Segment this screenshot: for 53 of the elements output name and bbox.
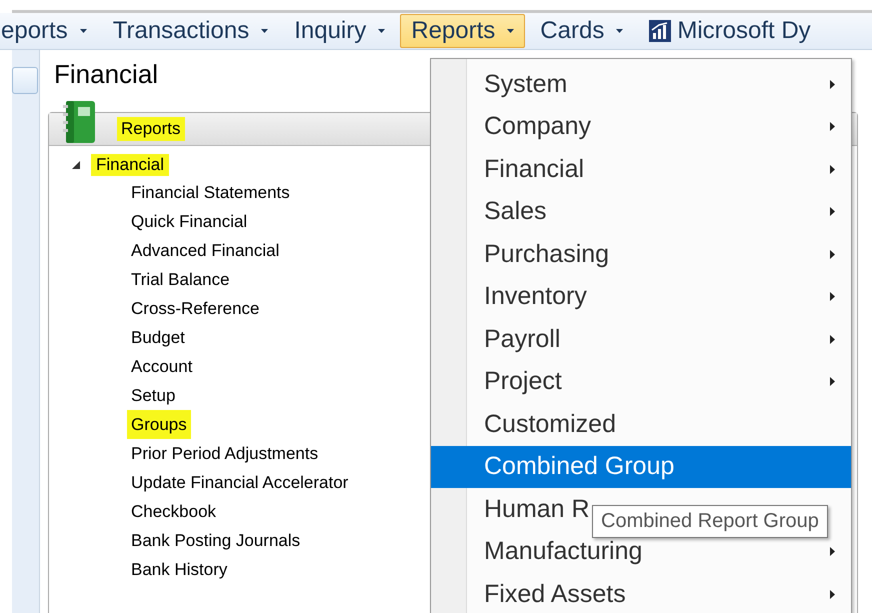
- panel-title: Reports: [117, 117, 185, 141]
- menu-item[interactable]: Project: [431, 360, 851, 403]
- menu-item[interactable]: Financial: [431, 148, 851, 190]
- menu-item[interactable]: Customized: [431, 403, 851, 446]
- menu-item[interactable]: Payroll: [431, 318, 851, 360]
- tree-item[interactable]: Financial Statements: [127, 178, 294, 207]
- tree-item[interactable]: Financial: [91, 154, 170, 176]
- menu-item[interactable]: System: [431, 63, 851, 106]
- tree-item[interactable]: Cross-Reference: [127, 294, 264, 323]
- menu-tab[interactable]: Cards: [529, 14, 634, 48]
- tree-item[interactable]: Prior Period Adjustments: [127, 439, 322, 468]
- submenu-arrow-icon: [830, 122, 835, 132]
- submenu-arrow-icon: [830, 590, 835, 599]
- menu-item[interactable]: Inventory: [431, 276, 851, 318]
- dropdown-arrow-icon: [80, 29, 87, 33]
- expanded-triangle-icon[interactable]: [71, 160, 81, 170]
- tree-item[interactable]: Update Financial Accelerator: [127, 468, 352, 497]
- menu-item[interactable]: Fixed Assets: [431, 573, 851, 613]
- bar-chart-icon: [649, 20, 672, 42]
- menu-item[interactable]: Company: [431, 106, 851, 148]
- submenu-arrow-icon: [830, 207, 835, 216]
- dropdown-arrow-icon: [261, 29, 268, 33]
- dropdown-arrow-icon: [507, 29, 514, 33]
- submenu-arrow-icon: [830, 164, 835, 174]
- tree-item[interactable]: Setup: [127, 381, 180, 410]
- tree-item[interactable]: Advanced Financial: [127, 236, 284, 265]
- menu-tab[interactable]: Transactions: [102, 14, 280, 48]
- menu-item[interactable]: Purchasing: [431, 233, 851, 276]
- menu-item[interactable]: Sales: [431, 190, 851, 233]
- menu-item[interactable]: Combined Group: [431, 446, 851, 488]
- submenu-arrow-icon: [830, 547, 835, 556]
- tree-item[interactable]: Groups: [127, 410, 191, 439]
- tree-item[interactable]: Trial Balance: [127, 265, 234, 294]
- dropdown-arrow-icon: [616, 29, 624, 33]
- tree-item[interactable]: Bank Posting Journals: [127, 526, 304, 555]
- tree-item[interactable]: Quick Financial: [127, 207, 252, 236]
- notebook-icon: [63, 99, 97, 145]
- page-title: Financial: [54, 58, 158, 90]
- tooltip: Combined Report Group: [592, 505, 828, 538]
- menu-tab[interactable]: eports: [0, 14, 98, 48]
- submenu-arrow-icon: [830, 80, 835, 89]
- submenu-arrow-icon: [830, 334, 835, 344]
- tree-item[interactable]: Budget: [127, 323, 189, 352]
- dropdown-arrow-icon: [378, 29, 386, 33]
- submenu-arrow-icon: [830, 377, 835, 386]
- submenu-arrow-icon: [830, 250, 835, 259]
- menu-tab[interactable]: Reports: [400, 14, 526, 48]
- menu-tab[interactable]: Inquiry: [283, 14, 396, 48]
- app-menu[interactable]: Microsoft Dy: [638, 14, 812, 48]
- tree-item[interactable]: Bank History: [127, 555, 232, 584]
- tree-item[interactable]: Account: [127, 352, 196, 381]
- submenu-arrow-icon: [830, 292, 835, 302]
- tree-item[interactable]: Checkbook: [127, 497, 220, 526]
